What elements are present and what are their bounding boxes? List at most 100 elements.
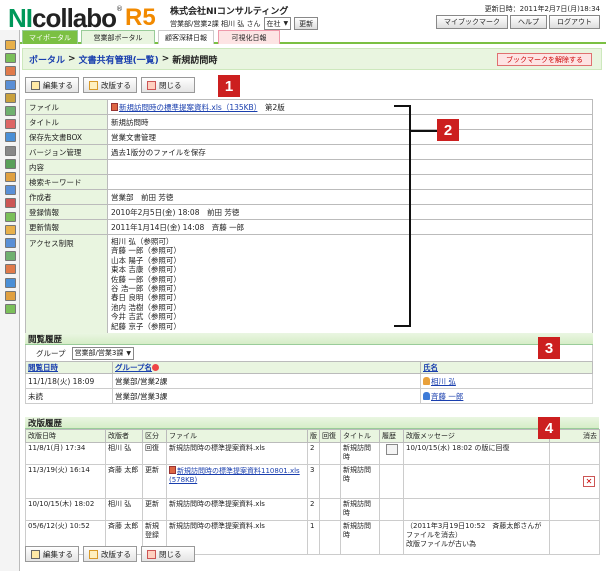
status-update-button[interactable]: 更新 <box>294 17 319 30</box>
col-view-date[interactable]: 閲覧日時 <box>25 361 113 374</box>
revision-history-title: 改版履歴 <box>25 417 599 429</box>
nicollabo-logo: NI collabo ® R5 <box>8 3 156 33</box>
action-bar-top: 編集する 改版する 閉じる <box>25 77 195 93</box>
updated-at: 更新日時：2011年2月7日(月)18:34 <box>484 5 600 13</box>
table-row: 11/3/19(火) 16:14 斉藤 太郎 更新 新規訪問時の標準提案資料11… <box>25 464 600 499</box>
table-row: 11/8/1(月) 17:34 相川 弘 回復 新規訪問時の標準提案資料.xls… <box>25 442 600 465</box>
close-icon <box>147 80 156 90</box>
excel-file-icon <box>169 466 176 474</box>
view-history-table: 閲覧日時 グループ名 氏名 11/1/18(火) 18:09 営業部/営業2課 … <box>25 361 593 404</box>
revise-button[interactable]: 改版する <box>83 546 137 562</box>
page-title: 新規訪問時 <box>172 55 218 66</box>
top-buttons: マイブックマーク ヘルプ ログアウト <box>436 15 600 29</box>
close-icon <box>147 549 156 559</box>
chevron-down-icon: ▼ <box>283 20 289 27</box>
sidebar-app-icon[interactable] <box>5 40 16 50</box>
sidebar-app-icon[interactable] <box>5 304 16 314</box>
access-list: 相川 弘（参照可） 斉藤 一郎（参照可） 山本 陽子（参照可） 東本 吉康（参照… <box>107 233 593 336</box>
callout-bracket <box>394 105 411 327</box>
edit-icon <box>31 80 40 90</box>
revision-history-section: 改版履歴 改版日時 改版者 区分 ファイル 版 回復 タイトル 履歴 改版メッセ… <box>25 417 600 555</box>
sidebar-app-icon[interactable] <box>5 132 16 143</box>
sidebar-app-icon[interactable] <box>5 211 16 222</box>
memo-icon[interactable] <box>385 444 398 455</box>
sidebar-app-icon[interactable] <box>5 66 16 77</box>
sidebar-app-icon[interactable] <box>5 145 16 156</box>
detail-row-access: アクセス制限 相川 弘（参照可） 斉藤 一郎（参照可） 山本 陽子（参照可） 東… <box>25 233 593 336</box>
edit-button[interactable]: 編集する <box>25 77 79 93</box>
sidebar-app-icon[interactable] <box>5 224 16 235</box>
sidebar-app-icon[interactable] <box>5 106 16 116</box>
detail-value: 新規訪問時の標準提案資料.xls（135KB） 第2版 <box>107 99 593 115</box>
sidebar-app-icon[interactable] <box>5 277 16 288</box>
sidebar-app-icon[interactable] <box>5 185 16 196</box>
revision-history-table: 改版日時 改版者 区分 ファイル 版 回復 タイトル 履歴 改版メッセージ 消去… <box>25 429 600 555</box>
logout-button[interactable]: ログアウト <box>549 15 600 29</box>
tab-sales-portal[interactable]: 営業部ポータル <box>81 30 155 44</box>
status-select[interactable]: 在社 ▼ <box>263 17 292 30</box>
user-icon <box>423 391 430 400</box>
marker-1: 1 <box>218 75 240 97</box>
detail-label: ファイル <box>25 99 108 115</box>
action-bar-bottom: 編集する 改版する 閉じる <box>25 546 195 562</box>
sidebar-app-icon[interactable] <box>5 172 16 182</box>
detail-row: 保存先文書BOX 営業文書管理 <box>25 129 593 145</box>
detail-row: タイトル 新規訪問時 <box>25 114 593 130</box>
breadcrumb-doc-list[interactable]: 文書共有管理(一覧) <box>79 53 159 66</box>
user-icon <box>423 376 430 385</box>
sidebar <box>0 30 20 571</box>
table-row: 11/1/18(火) 18:09 営業部/営業2課 相川 弘 <box>25 373 593 389</box>
user-link[interactable]: 相川 弘 <box>431 377 456 386</box>
user-info: 営業部/営業2課 相川 弘 さん <box>170 19 261 28</box>
detail-row: 作成者 営業部 前田 芳徳 <box>25 189 593 205</box>
close-button[interactable]: 閉じる <box>141 546 195 562</box>
marker-3: 3 <box>538 337 560 359</box>
revise-icon <box>89 80 98 90</box>
chevron-down-icon: ▼ <box>126 349 131 357</box>
sort-icon <box>152 364 160 371</box>
group-filter: グループ 営業部/営業3課 ▼ <box>25 345 593 361</box>
breadcrumb-portal[interactable]: ポータル <box>29 53 65 66</box>
table-row: 10/10/15(木) 18:02 相川 弘 更新 新規訪問時の標準提案資料.x… <box>25 498 600 521</box>
detail-row-file: ファイル 新規訪問時の標準提案資料.xls（135KB） 第2版 <box>25 99 593 115</box>
sidebar-app-icon[interactable] <box>5 79 16 90</box>
sidebar-app-icon[interactable] <box>5 53 16 64</box>
company-name: 株式会社NIコンサルティング <box>170 7 289 17</box>
view-history-section: 閲覧履歴 グループ 営業部/営業3課 ▼ 閲覧日時 グループ名 氏名 11/1/1… <box>25 333 593 404</box>
file-version: 第2版 <box>264 102 285 112</box>
detail-row: バージョン管理 過去1版分のファイルを保存 <box>25 144 593 160</box>
sidebar-app-icon[interactable] <box>5 92 16 103</box>
remove-bookmark-button[interactable]: ブックマークを解除する <box>497 53 592 66</box>
tab-my-portal[interactable]: マイポータル <box>22 30 78 44</box>
sidebar-app-icon[interactable] <box>5 290 16 301</box>
sidebar-app-icon[interactable] <box>5 158 16 169</box>
table-row: 未読 営業部/営業3課 斉藤 一郎 <box>25 388 593 404</box>
detail-row: 登録情報 2010年2月5日(金) 18:08 前田 芳徳 <box>25 204 593 220</box>
user-link[interactable]: 斉藤 一郎 <box>431 392 463 401</box>
sidebar-app-icon[interactable] <box>5 198 16 209</box>
sidebar-app-icon[interactable] <box>5 238 16 248</box>
revision-file-link[interactable]: 新規訪問時の標準提案資料110801.xls (578KB) <box>169 467 300 484</box>
help-button[interactable]: ヘルプ <box>510 15 547 29</box>
col-group-name[interactable]: グループ名 <box>112 361 421 374</box>
view-history-title: 閲覧履歴 <box>25 333 593 345</box>
revise-button[interactable]: 改版する <box>83 77 137 93</box>
sidebar-app-icon[interactable] <box>5 264 16 275</box>
edit-button[interactable]: 編集する <box>25 546 79 562</box>
col-user-name[interactable]: 氏名 <box>420 361 593 374</box>
edit-icon <box>31 549 40 559</box>
tab-visual-daily[interactable]: 可視化日報 <box>218 30 280 44</box>
document-detail-table: ファイル 新規訪問時の標準提案資料.xls（135KB） 第2版 タイトル 新規訪… <box>25 99 593 336</box>
file-link[interactable]: 新規訪問時の標準提案資料.xls（135KB） <box>119 103 257 112</box>
callout-line <box>411 130 437 132</box>
marker-4: 4 <box>538 417 560 439</box>
sidebar-app-icon[interactable] <box>5 251 16 262</box>
marker-2: 2 <box>437 119 459 141</box>
tab-customer-daily[interactable]: 顧客深耕日報 <box>158 30 214 44</box>
group-select[interactable]: 営業部/営業3課 ▼ <box>71 346 134 360</box>
sidebar-app-icon[interactable] <box>5 119 16 130</box>
my-bookmark-button[interactable]: マイブックマーク <box>436 15 508 29</box>
close-button[interactable]: 閉じる <box>141 77 195 93</box>
detail-row: 更新情報 2011年1月14日(金) 14:08 斉藤 一郎 <box>25 219 593 235</box>
delete-icon[interactable]: ✕ <box>583 476 595 487</box>
